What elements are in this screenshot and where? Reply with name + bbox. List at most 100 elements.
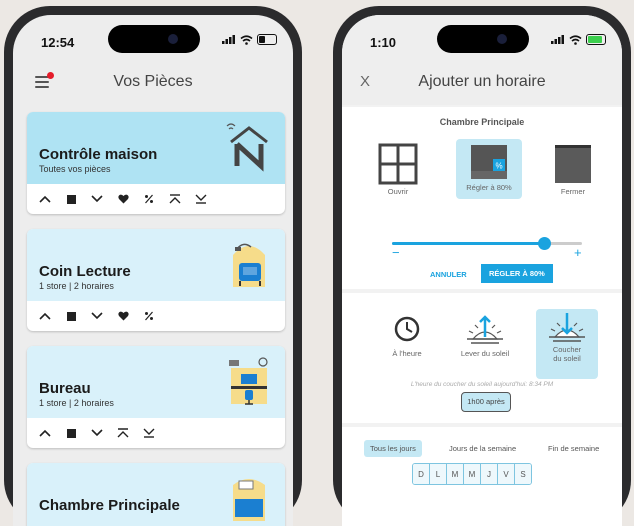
close-option[interactable]: Fermer (548, 143, 598, 196)
option-label-line1: Coucher (552, 345, 582, 354)
card-title: Chambre Principale (39, 497, 180, 514)
option-label: Ouvrir (387, 187, 409, 196)
days-panel: Tous les jours Jours de la semaine Fin d… (342, 427, 622, 526)
option-label: Lever du soleil (460, 349, 510, 358)
room-card-office[interactable]: Bureau 1 store | 2 horaires (27, 346, 285, 448)
open-option[interactable]: Ouvrir (372, 143, 424, 196)
signal-icon (551, 35, 564, 44)
at-time-option[interactable]: À l'heure (382, 315, 432, 358)
card-controls (27, 301, 285, 331)
dynamic-island (437, 25, 529, 53)
battery-charging-icon (586, 34, 606, 45)
option-label-line2: du soleil (553, 354, 581, 363)
day-saturday[interactable]: S (515, 464, 531, 484)
raise-icon[interactable] (37, 191, 53, 207)
card-subtitle: Toutes vos pièces (39, 164, 111, 174)
favorite-heart-icon[interactable] (115, 191, 131, 207)
set-80-button[interactable]: RÉGLER À 80% (481, 264, 553, 283)
position-panel: Chambre Principale Ouvrir % Régler à 80%… (342, 107, 622, 289)
shade-partial-icon: % (471, 145, 507, 179)
left-screen: 12:54 Vos Pièces Contrôle maison Toutes … (13, 15, 293, 526)
status-time: 1:10 (370, 35, 397, 50)
room-card-reading-corner[interactable]: Coin Lecture 1 store | 2 horaires (27, 229, 285, 331)
page-title: Ajouter un horaire (418, 73, 546, 90)
card-subtitle: 1 store | 2 horaires (39, 398, 114, 408)
app-header: Vos Pièces (13, 61, 293, 105)
desk-illustration-icon (229, 357, 268, 405)
signal-icon (222, 35, 235, 44)
sunrise-option[interactable]: Lever du soleil (454, 313, 516, 358)
fully-open-icon[interactable] (115, 425, 131, 441)
stop-icon[interactable] (63, 308, 79, 324)
weekend-tab[interactable]: Fin de semaine (548, 444, 599, 453)
window-open-icon (378, 143, 418, 185)
card-controls (27, 184, 285, 214)
left-phone: 12:54 Vos Pièces Contrôle maison Toutes … (4, 6, 302, 526)
house-logo-icon (226, 123, 268, 172)
right-screen: 1:10 X Ajouter un horaire Chambre Princi… (342, 15, 622, 526)
armchair-illustration-icon (233, 243, 265, 287)
clock-icon (394, 316, 420, 342)
card-title: Coin Lecture (39, 263, 131, 280)
room-name: Chambre Principale (439, 117, 525, 127)
slider-handle[interactable] (538, 237, 551, 250)
right-phone: 1:10 X Ajouter un horaire Chambre Princi… (333, 6, 631, 526)
status-icons (551, 34, 606, 45)
day-monday[interactable]: L (430, 464, 447, 484)
day-wednesday[interactable]: M (464, 464, 481, 484)
position-slider[interactable] (392, 237, 582, 250)
sunset-icon (549, 313, 585, 342)
fully-close-icon[interactable] (141, 425, 157, 441)
cancel-button[interactable]: ANNULER (430, 270, 467, 279)
status-bar: 1:10 (342, 15, 622, 61)
fully-open-icon[interactable] (167, 191, 183, 207)
shade-closed-icon (555, 145, 591, 183)
day-selector: D L M M J V S (412, 463, 532, 485)
card-title: Contrôle maison (39, 146, 158, 163)
weekdays-tab[interactable]: Jours de la semaine (449, 444, 516, 453)
fully-close-icon[interactable] (193, 191, 209, 207)
sunset-option[interactable]: Coucher du soleil (536, 309, 598, 379)
every-day-tab[interactable]: Tous les jours (364, 440, 422, 457)
day-friday[interactable]: V (498, 464, 515, 484)
status-icons (222, 34, 277, 45)
percent-icon[interactable] (141, 308, 157, 324)
card-title: Bureau (39, 380, 91, 397)
option-label: Fermer (560, 187, 586, 196)
day-thursday[interactable]: J (481, 464, 498, 484)
card-controls (27, 418, 285, 448)
app-header: X Ajouter un horaire (342, 61, 622, 105)
option-label: Régler à 80% (466, 183, 512, 192)
lower-icon[interactable] (89, 425, 105, 441)
bed-illustration-icon (233, 479, 265, 521)
day-sunday[interactable]: D (413, 464, 430, 484)
stop-icon[interactable] (63, 425, 79, 441)
page-title: Vos Pièces (113, 73, 193, 90)
dynamic-island (108, 25, 200, 53)
battery-icon (257, 34, 277, 45)
status-time: 12:54 (41, 35, 75, 50)
svg-text:%: % (495, 162, 502, 171)
room-card-home-control[interactable]: Contrôle maison Toutes vos pièces (27, 112, 285, 214)
raise-icon[interactable] (37, 308, 53, 324)
status-bar: 12:54 (13, 15, 293, 61)
slider-min-label: − (392, 245, 400, 260)
sunrise-icon (467, 315, 503, 344)
slider-max-label: + (574, 245, 582, 260)
percent-icon[interactable] (141, 191, 157, 207)
lower-icon[interactable] (89, 191, 105, 207)
offset-button[interactable]: 1h00 après (461, 392, 511, 412)
time-panel: À l'heure Lever du soleil Coucher du sol… (342, 293, 622, 423)
set-80-option[interactable]: % Régler à 80% (456, 139, 522, 199)
wifi-icon (569, 34, 582, 45)
room-card-master-bedroom[interactable]: Chambre Principale (27, 463, 285, 526)
sunset-info-text: L'heure du coucher du soleil aujourd'hui… (410, 381, 554, 388)
card-subtitle: 1 store | 2 horaires (39, 281, 114, 291)
option-label: À l'heure (392, 349, 422, 358)
day-tuesday[interactable]: M (447, 464, 464, 484)
lower-icon[interactable] (89, 308, 105, 324)
raise-icon[interactable] (37, 425, 53, 441)
favorite-heart-icon[interactable] (115, 308, 131, 324)
wifi-icon (240, 34, 253, 45)
stop-icon[interactable] (63, 191, 79, 207)
